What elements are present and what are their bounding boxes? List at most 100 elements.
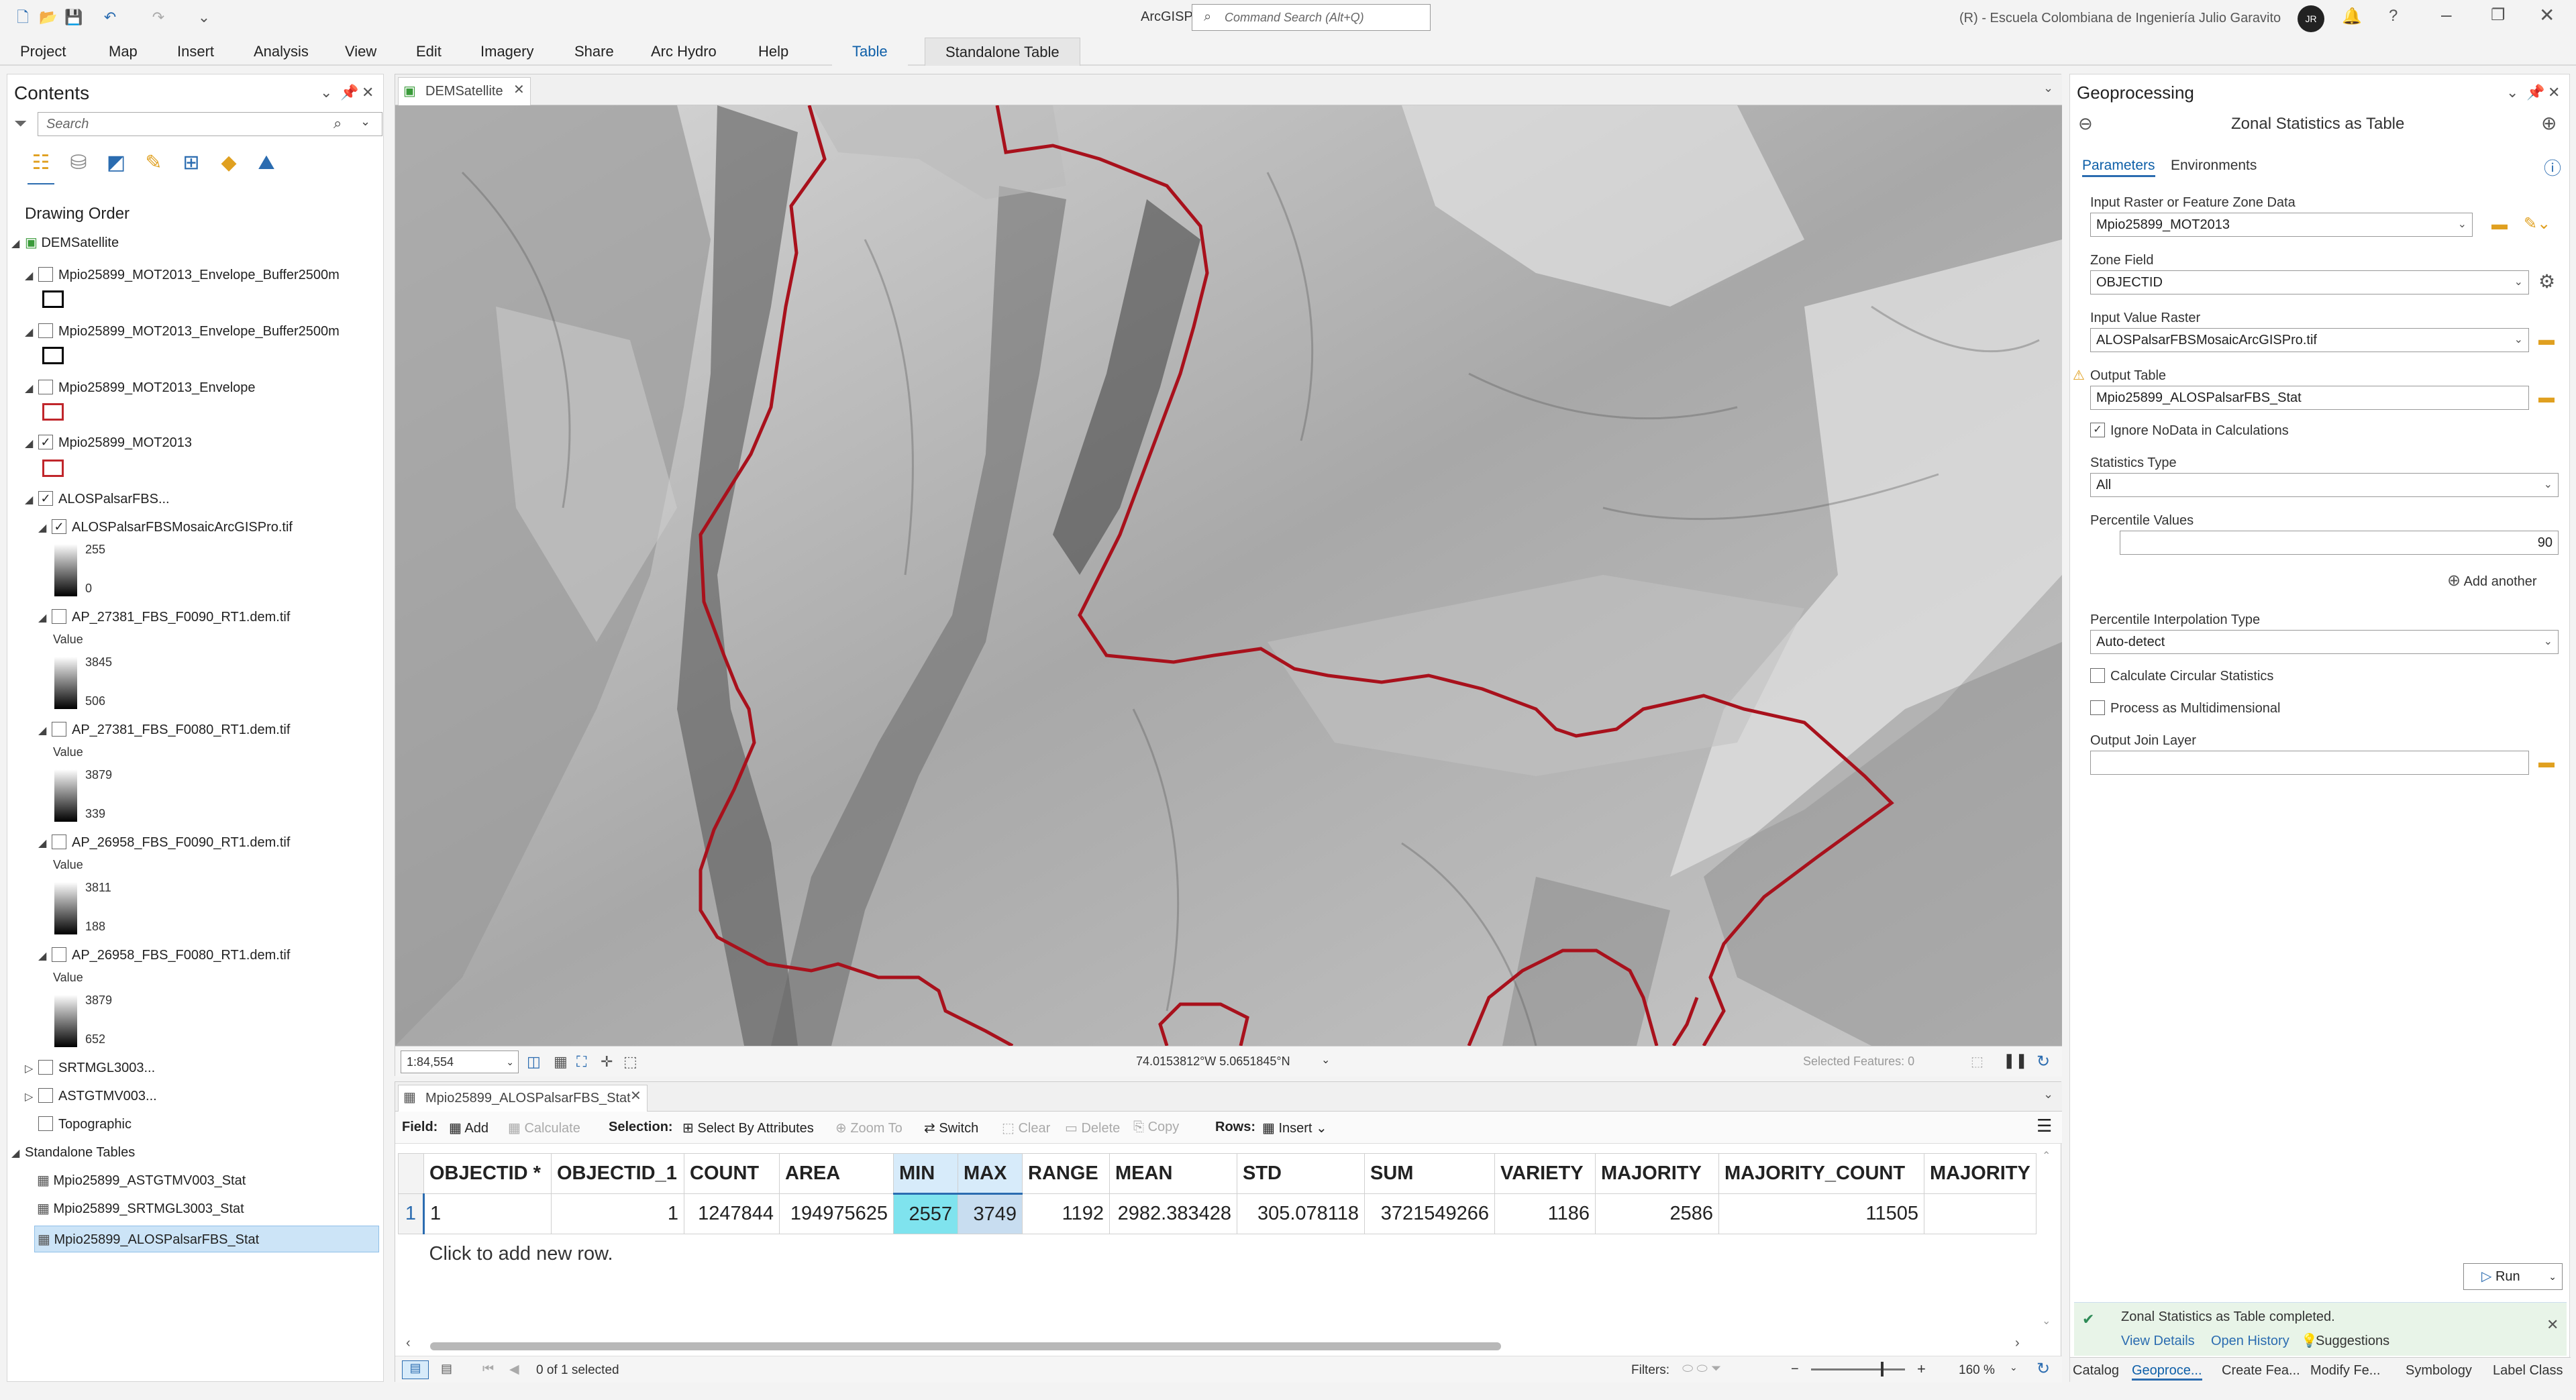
list-by-drawing-order-icon[interactable]: ☷ — [28, 150, 54, 176]
map-canvas[interactable] — [395, 105, 2062, 1046]
tab-imagery[interactable]: Imagery — [476, 38, 537, 66]
standalone-tables-heading[interactable]: ◢ Standalone Tables — [11, 1142, 135, 1163]
value-raster-input[interactable]: ALOSPalsarFBSMosaicArcGISPro.tif ⌄ — [2090, 328, 2529, 352]
refresh-icon[interactable]: ↻ — [2037, 1359, 2050, 1379]
crosshair-icon[interactable]: ✛ — [601, 1053, 613, 1071]
layer-checkbox[interactable] — [52, 721, 66, 737]
navigator-icon[interactable]: ⛶ — [576, 1053, 586, 1071]
layer-checkbox[interactable] — [38, 1116, 53, 1131]
zone-field-select[interactable]: OBJECTID ⌄ — [2090, 270, 2529, 294]
table-tab[interactable]: Mpio25899_ALOSPalsarFBS_Stat — [398, 1085, 648, 1112]
layer-checkbox[interactable] — [52, 947, 66, 962]
standalone-table-item-selected[interactable]: ▦ Mpio25899_ALOSPalsarFBS_Stat — [34, 1226, 379, 1252]
help-icon[interactable]: ? — [2389, 7, 2398, 25]
coordinate-readout[interactable]: 74.0153812°W 5.0651845°N — [1136, 1055, 1290, 1069]
close-icon[interactable]: ✕ — [2539, 4, 2555, 26]
new-project-icon[interactable]: 🗋 — [13, 8, 32, 27]
first-record-icon[interactable]: ⏮ — [482, 1362, 494, 1377]
layer-item[interactable]: ▷ ASTGTMV003... — [25, 1086, 157, 1106]
layer-checkbox[interactable] — [38, 266, 53, 282]
contents-search-input[interactable]: Search — [38, 112, 382, 136]
symbol-swatch[interactable] — [42, 460, 64, 477]
column-header[interactable]: MIN — [893, 1153, 958, 1195]
open-history-link[interactable]: Open History — [2211, 1334, 2289, 1349]
column-header[interactable]: MAJORITY — [1924, 1153, 2037, 1194]
tab-share[interactable]: Share — [570, 38, 618, 66]
layer-checkbox[interactable]: ✓ — [38, 490, 53, 506]
add-row-row[interactable]: Click to add new row. — [398, 1234, 2037, 1275]
chevron-down-icon[interactable]: ⌄ — [2010, 1362, 2018, 1373]
table-cell[interactable]: 305.078118 — [1237, 1193, 1365, 1234]
tab-project[interactable]: Project — [16, 38, 70, 66]
browse-folder-icon[interactable]: ▬ — [2538, 390, 2559, 406]
list-by-editing-icon[interactable]: ✎ — [140, 150, 167, 176]
customize-qat-icon[interactable]: ⌄ — [195, 8, 213, 27]
browse-folder-icon[interactable]: ▬ — [2491, 217, 2512, 233]
table-cell[interactable]: 1192 — [1022, 1193, 1110, 1234]
table-cell[interactable]: 11505 — [1718, 1193, 1924, 1234]
column-header[interactable]: MAX — [958, 1153, 1023, 1195]
horizontal-scrollbar[interactable]: ‹ › — [402, 1336, 2032, 1356]
notification-bell-icon[interactable]: 🔔 — [2342, 7, 2362, 26]
click-to-add-row[interactable]: Click to add new row. — [424, 1234, 2037, 1275]
symbol-swatch[interactable] — [42, 290, 64, 308]
help-icon[interactable]: ⓘ — [2544, 155, 2561, 180]
account-name[interactable]: (R) - Escuela Colombiana de Ingeniería J… — [1959, 11, 2281, 26]
view-details-link[interactable]: View Details — [2121, 1334, 2195, 1349]
tab-modify-features[interactable]: Modify Fe... — [2310, 1363, 2380, 1379]
tab-edit[interactable]: Edit — [412, 38, 446, 66]
map-tab[interactable]: DEMSatellite — [398, 77, 531, 105]
layer-checkbox[interactable]: ✓ — [52, 519, 66, 534]
save-icon[interactable]: 💾 — [64, 8, 83, 27]
multidimensional-checkbox[interactable]: Process as Multidimensional — [2090, 700, 2280, 716]
zoom-slider[interactable] — [1811, 1368, 1905, 1370]
layer-checkbox[interactable] — [52, 834, 66, 849]
table-cell[interactable]: 2982.383428 — [1109, 1193, 1237, 1234]
tab-map[interactable]: Map — [105, 38, 142, 66]
standalone-table-item[interactable]: ▦ Mpio25899_ASTGTMV003_Stat — [37, 1171, 246, 1191]
command-search-input[interactable]: Command Search (Alt+Q) — [1192, 4, 1431, 31]
show-all-records-icon[interactable]: ▤ — [402, 1360, 429, 1379]
calculate-field-button[interactable]: ▦ Calculate — [508, 1120, 580, 1136]
zoom-selection-icon[interactable]: ⬚ — [1971, 1053, 1983, 1070]
layer-item[interactable]: ◢ AP_27381_FBS_F0090_RT1.dem.tif — [38, 607, 290, 627]
layer-item[interactable]: ◢ Mpio25899_MOT2013_Envelope_Buffer2500m — [25, 321, 340, 341]
table-menu-icon[interactable]: ☰ — [2037, 1116, 2052, 1136]
pause-icon[interactable]: ❚❚ — [2003, 1052, 2028, 1069]
browse-folder-icon[interactable]: ▬ — [2538, 755, 2559, 771]
percentile-values-input[interactable]: 90 — [2120, 531, 2559, 555]
tab-insert[interactable]: Insert — [173, 38, 218, 66]
statistics-type-select[interactable]: All ⌄ — [2090, 473, 2559, 497]
filter-icon[interactable]: ⬭ ⬭ ⏷ — [1682, 1362, 1721, 1377]
tab-catalog[interactable]: Catalog — [2073, 1363, 2119, 1379]
ignore-nodata-checkbox[interactable]: ✓ Ignore NoData in Calculations — [2090, 422, 2289, 439]
tab-environments[interactable]: Environments — [2171, 158, 2257, 174]
back-icon[interactable]: ⊖ — [2078, 113, 2093, 134]
pin-icon[interactable]: 📌 — [340, 84, 358, 101]
layer-item[interactable]: ◢ AP_26958_FBS_F0080_RT1.dem.tif — [38, 945, 290, 965]
column-header[interactable]: MEAN — [1109, 1153, 1237, 1194]
table-cell[interactable]: 1 — [551, 1193, 684, 1234]
table-cell[interactable]: 1 — [423, 1193, 552, 1234]
stretch-ramp[interactable] — [54, 995, 77, 1047]
table-cell[interactable]: 3721549266 — [1364, 1193, 1495, 1234]
layer-checkbox[interactable] — [38, 1087, 53, 1103]
vertical-scrollbar[interactable]: ⌃ ⌄ — [2039, 1149, 2057, 1337]
standalone-table-item[interactable]: ▦ Mpio25899_SRTMGL3003_Stat — [37, 1199, 244, 1219]
add-icon[interactable]: ⊕ — [2541, 112, 2557, 134]
list-by-perspective-icon[interactable]: ⛰ — [253, 150, 280, 176]
column-header[interactable]: RANGE — [1022, 1153, 1110, 1194]
search-options-icon[interactable]: ⌄ — [360, 115, 370, 129]
stretch-ramp[interactable] — [54, 769, 77, 822]
suggestions-link[interactable]: Suggestions — [2316, 1334, 2389, 1349]
layer-item[interactable]: ◢ Mpio25899_MOT2013_Envelope_Buffer2500m — [25, 265, 340, 285]
refresh-icon[interactable]: ↻ — [2037, 1052, 2050, 1071]
column-header[interactable]: COUNT — [684, 1153, 780, 1194]
copy-button[interactable]: ⎘ Copy — [1133, 1120, 1179, 1135]
zoom-in-icon[interactable]: + — [1917, 1360, 1926, 1378]
select-by-attributes-button[interactable]: ⊞ Select By Attributes — [682, 1120, 814, 1136]
column-header[interactable]: MAJORITY_COUNT — [1718, 1153, 1924, 1194]
selected-features[interactable]: Selected Features: 0 — [1803, 1055, 1914, 1069]
tab-symbology[interactable]: Symbology — [2406, 1363, 2472, 1379]
stretch-ramp[interactable] — [54, 544, 77, 596]
